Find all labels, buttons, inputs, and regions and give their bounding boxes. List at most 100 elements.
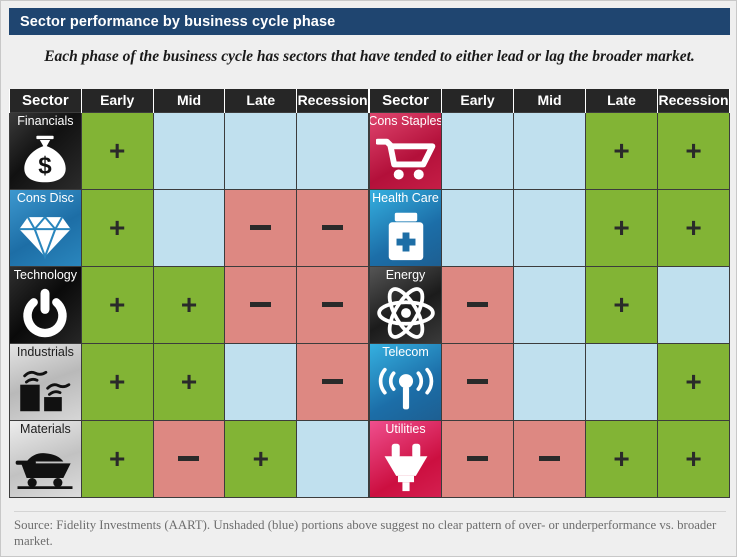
plus-icon: + [685,135,702,166]
plus-icon: + [613,212,630,243]
plus-icon: + [109,289,126,320]
sector-label: Industrials [16,345,74,359]
performance-cell-neutral [657,266,730,344]
table-header-row: Sector Early Mid Late Recession [369,89,730,113]
table-header-row: Sector Early Mid Late Recession [9,89,369,113]
sector-tile: Telecom [370,344,441,420]
performance-cell-positive: + [80,343,154,421]
table-row: Industrials + + [9,343,369,421]
performance-cell-positive: + [585,420,658,498]
plus-icon: + [252,443,269,474]
plus-icon: + [685,212,702,243]
atom-icon [371,283,441,343]
subtitle-container: Each phase of the business cycle has sec… [9,35,730,79]
table-row: Cons Staples + + [369,112,730,190]
performance-cell-negative [296,266,369,344]
power-plug-icon [371,437,441,497]
plus-icon: + [613,289,630,320]
minus-icon [250,302,272,308]
performance-cell-negative [224,266,298,344]
table-row: Energy + [369,266,730,344]
table-body-left: Financials $ + Cons Disc + Technology + + Indust… [9,112,369,498]
sector-label: Telecom [382,345,429,359]
figure-subtitle: Each phase of the business cycle has sec… [44,48,695,65]
plus-icon: + [685,443,702,474]
power-button-icon [10,283,80,343]
performance-cell-negative [224,189,298,267]
performance-cell-neutral [441,189,514,267]
minus-icon [467,302,488,308]
sector-cell: Financials $ [9,112,82,190]
table-row: Materials + + [9,420,369,498]
sector-label: Cons Staples [369,114,442,128]
sector-tile: Industrials [10,344,81,420]
sector-tile: Health Care [370,190,441,266]
sector-label: Cons Disc [16,191,74,205]
sector-tile: Energy [370,267,441,343]
minus-icon [322,302,344,308]
column-header-recession: Recession [296,89,369,113]
performance-cell-negative [441,266,514,344]
table-body-right: Cons Staples + + Health Care + + Energy + Teleco… [369,112,730,498]
sector-cell: Industrials [9,343,82,421]
performance-cell-positive: + [80,189,154,267]
source-note: Source: Fidelity Investments (AART). Uns… [14,518,717,548]
sector-cell: Utilities [369,420,442,498]
plus-icon: + [613,443,630,474]
column-header-late: Late [585,89,658,113]
broadcast-tower-icon [371,360,441,420]
plus-icon: + [109,443,126,474]
sector-label: Technology [13,268,78,282]
minus-icon [467,379,488,385]
sector-table-right: Sector Early Mid Late Recession Cons Sta… [369,89,730,498]
sector-cell: Technology [9,266,82,344]
column-header-recession: Recession [657,89,730,113]
performance-cell-positive: + [585,189,658,267]
plus-icon: + [109,212,126,243]
performance-cell-positive: + [657,420,730,498]
column-header-early: Early [80,89,154,113]
minus-icon [322,225,344,231]
column-header-late: Late [224,89,298,113]
performance-cell-neutral [296,112,369,190]
table-row: Technology + + [9,266,369,344]
sector-tile: Financials $ [10,113,81,189]
plus-icon: + [180,289,198,320]
plus-icon: + [109,135,126,166]
performance-cell-negative [513,420,586,498]
table-row: Telecom + [369,343,730,421]
page-title: Sector performance by business cycle pha… [20,13,336,30]
minus-icon [322,379,344,385]
sector-cell: Energy [369,266,442,344]
sector-cell: Cons Staples [369,112,442,190]
sector-cell: Cons Disc [9,189,82,267]
performance-cell-neutral [513,112,586,190]
diamond-icon [10,206,80,266]
sector-tile: Technology [10,267,81,343]
sector-label: Materials [20,422,71,436]
performance-cell-neutral [224,112,298,190]
figure-title-bar: Sector performance by business cycle pha… [9,8,730,35]
performance-cell-positive: + [80,420,154,498]
performance-cell-positive: + [224,420,298,498]
medicine-bottle-icon [371,206,441,266]
sector-table-left: Sector Early Mid Late Recession Financia… [9,89,369,498]
performance-cell-positive: + [80,112,154,190]
sector-tile: Cons Disc [10,190,81,266]
minus-icon [467,456,488,462]
sector-label: Utilities [385,422,426,436]
performance-cell-positive: + [657,112,730,190]
sector-tile: Utilities [370,421,441,497]
plus-icon: + [109,366,126,397]
column-header-sector: Sector [369,89,442,113]
plus-icon: + [180,366,198,397]
minus-icon [178,456,200,462]
table-row: Health Care + + [369,189,730,267]
sector-tile: Materials [10,421,81,497]
svg-text:$: $ [39,153,53,180]
performance-cell-positive: + [657,189,730,267]
sector-cell: Health Care [369,189,442,267]
money-bag-icon: $ [10,129,80,189]
column-header-early: Early [441,89,514,113]
table-row: Financials $ + [9,112,369,190]
